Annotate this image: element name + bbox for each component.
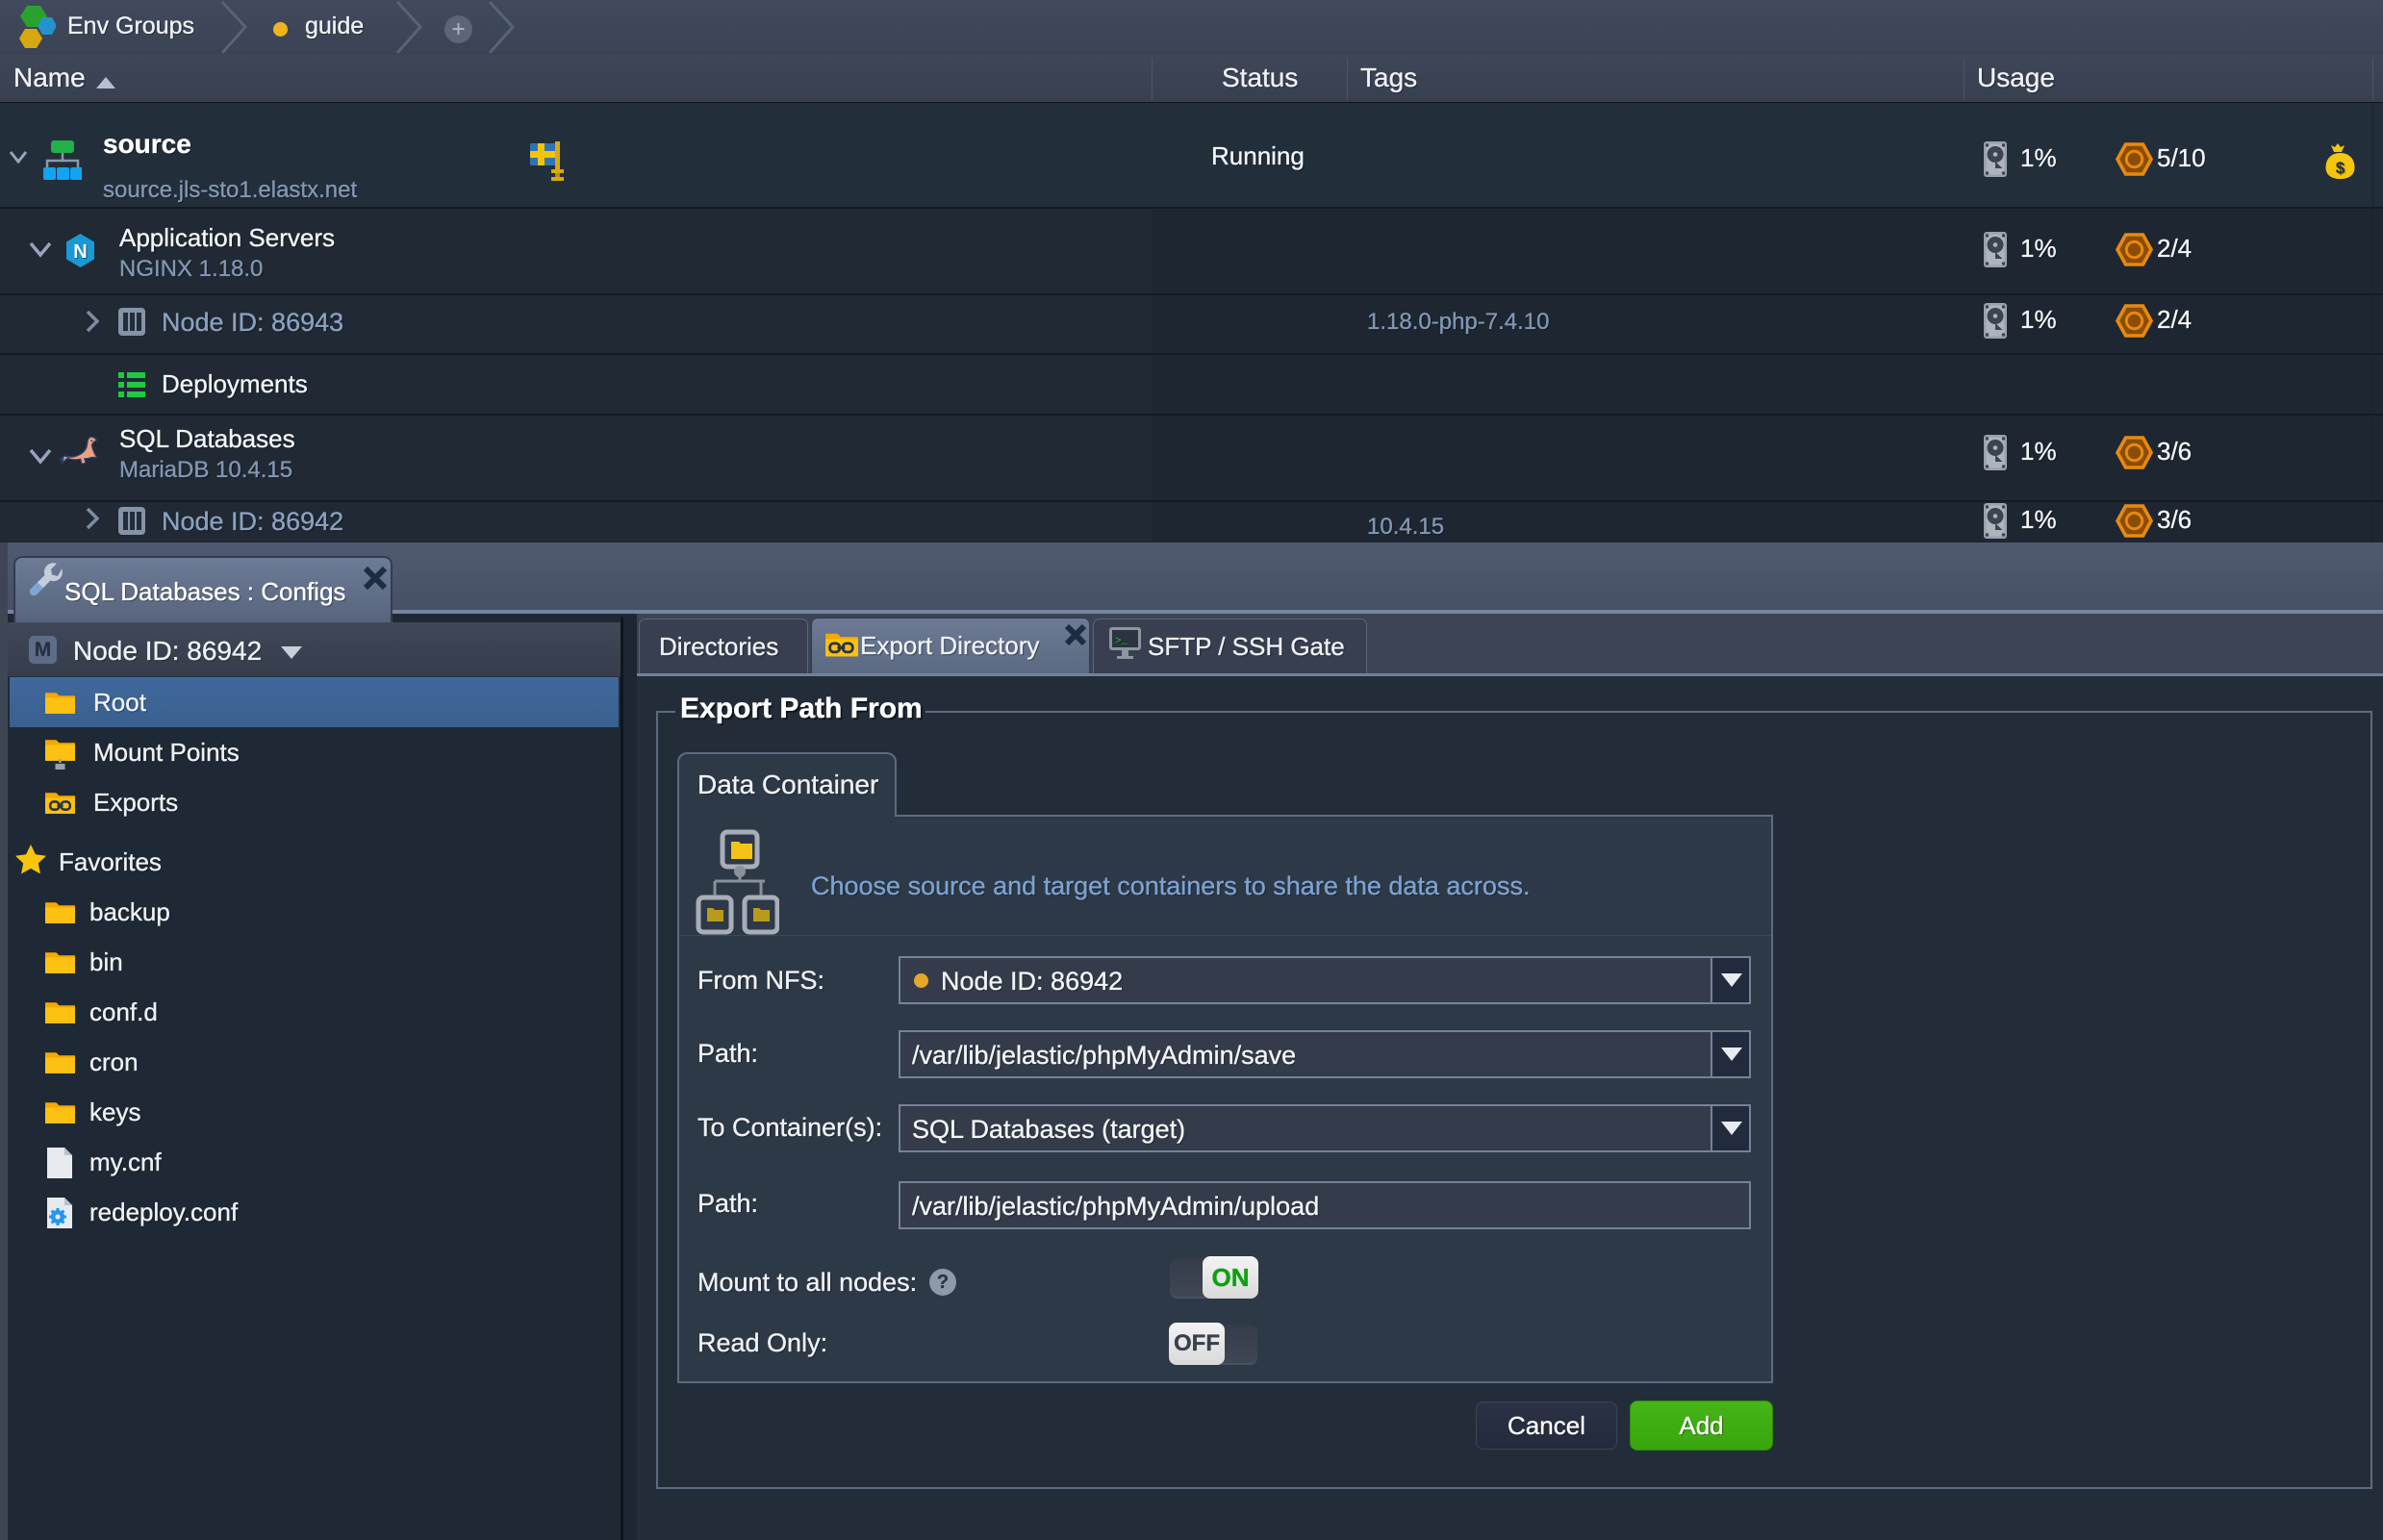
svg-text:N: N <box>73 241 87 263</box>
svg-text:$: $ <box>2336 159 2345 177</box>
svg-text:>_: >_ <box>1115 636 1128 647</box>
